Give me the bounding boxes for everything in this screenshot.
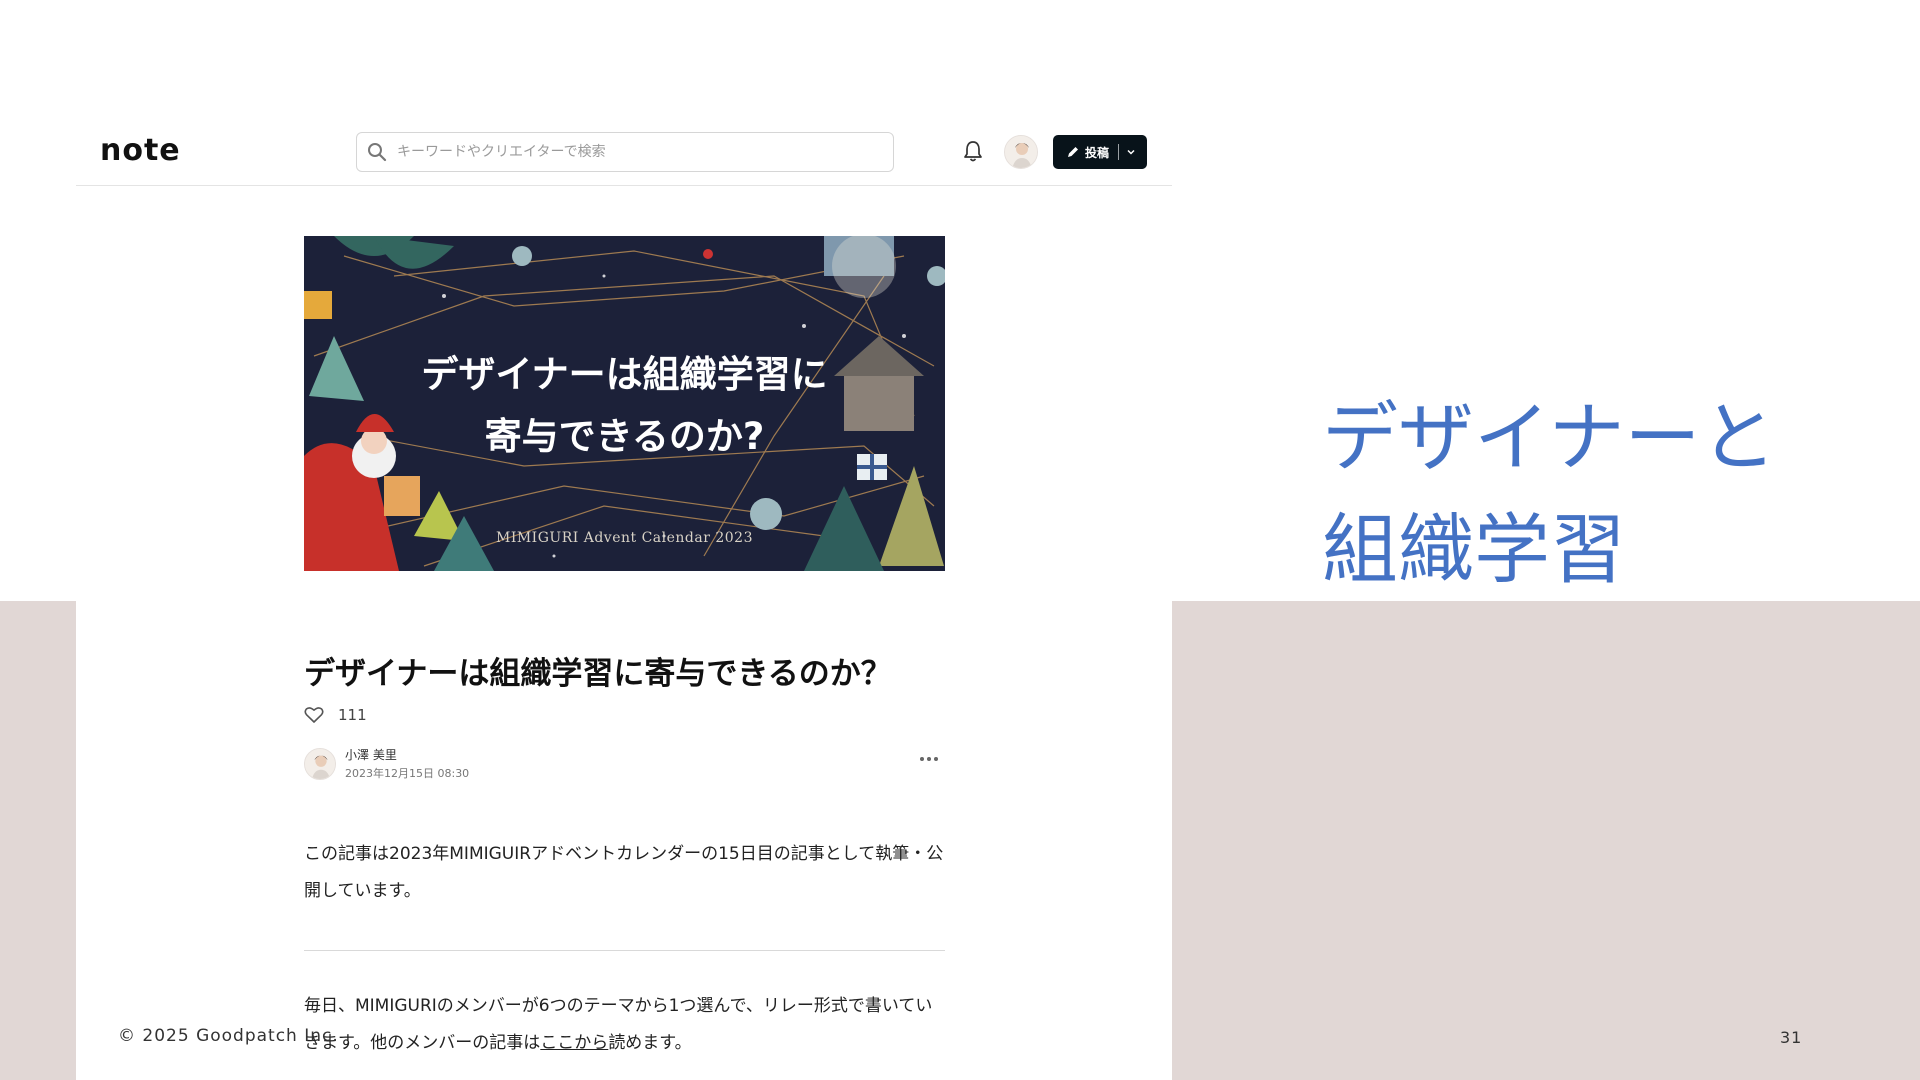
note-logo[interactable]: note [100, 133, 181, 168]
note-header: note 投稿 [76, 118, 1172, 186]
bell-icon[interactable] [962, 139, 984, 163]
author-name[interactable]: 小澤 美里 [345, 746, 397, 763]
author-row: 小澤 美里 2023年12月15日 08:30 [304, 746, 945, 786]
slide-heading-line2: 組織学習 [1322, 505, 1626, 594]
page-number: 31 [1780, 1028, 1803, 1047]
like-row: 111 [304, 704, 367, 726]
avatar-portrait-icon [1005, 136, 1037, 168]
post-button-divider [1118, 144, 1120, 160]
more-icon[interactable] [918, 755, 940, 763]
hero-title-line1: デザイナーは組織学習に [421, 353, 828, 396]
like-count[interactable]: 111 [338, 706, 367, 724]
publish-date: 2023年12月15日 08:30 [345, 767, 470, 780]
hero-title: デザイナーは組織学習に 寄与できるのか? [304, 344, 945, 468]
note-article-screenshot: note 投稿 [76, 118, 1172, 1080]
article-hero-image: デザイナーは組織学習に 寄与できるのか? MIMIGURI Advent Cal… [304, 236, 945, 571]
search-box[interactable] [356, 132, 894, 172]
article-paragraph-relay: 毎日、MIMIGURIのメンバーが6つのテーマから1つ選んで、リレー形式で書いて… [304, 988, 945, 1062]
user-avatar[interactable] [1004, 135, 1038, 169]
post-button-label: 投稿 [1085, 145, 1110, 160]
slide-heading-line1: デザイナーと [1322, 393, 1777, 482]
hero-caption: MIMIGURI Advent Calendar 2023 [495, 530, 753, 546]
author-avatar[interactable] [304, 748, 336, 780]
paragraph-text-end: 読めます。 [608, 1033, 692, 1053]
other-articles-link[interactable]: ここから [540, 1033, 608, 1053]
chevron-down-icon[interactable] [1126, 147, 1136, 157]
copyright-footer: © 2025 Goodpatch Inc. [118, 1026, 339, 1046]
post-button[interactable]: 投稿 [1053, 135, 1147, 169]
hero-title-line2: 寄与できるのか? [484, 415, 765, 458]
article-paragraph-intro: この記事は2023年MIMIGUIRアドベントカレンダーの15日目の記事として執… [304, 844, 944, 901]
author-portrait-icon [305, 749, 335, 779]
search-input[interactable] [397, 133, 877, 171]
slide-heading: デザイナーと 組織学習 [1322, 382, 1776, 606]
heart-icon[interactable] [304, 706, 324, 724]
article-divider [304, 950, 945, 951]
search-icon [368, 143, 387, 162]
pen-icon [1068, 147, 1078, 157]
article-title: デザイナーは組織学習に寄与できるのか？ [304, 656, 892, 692]
